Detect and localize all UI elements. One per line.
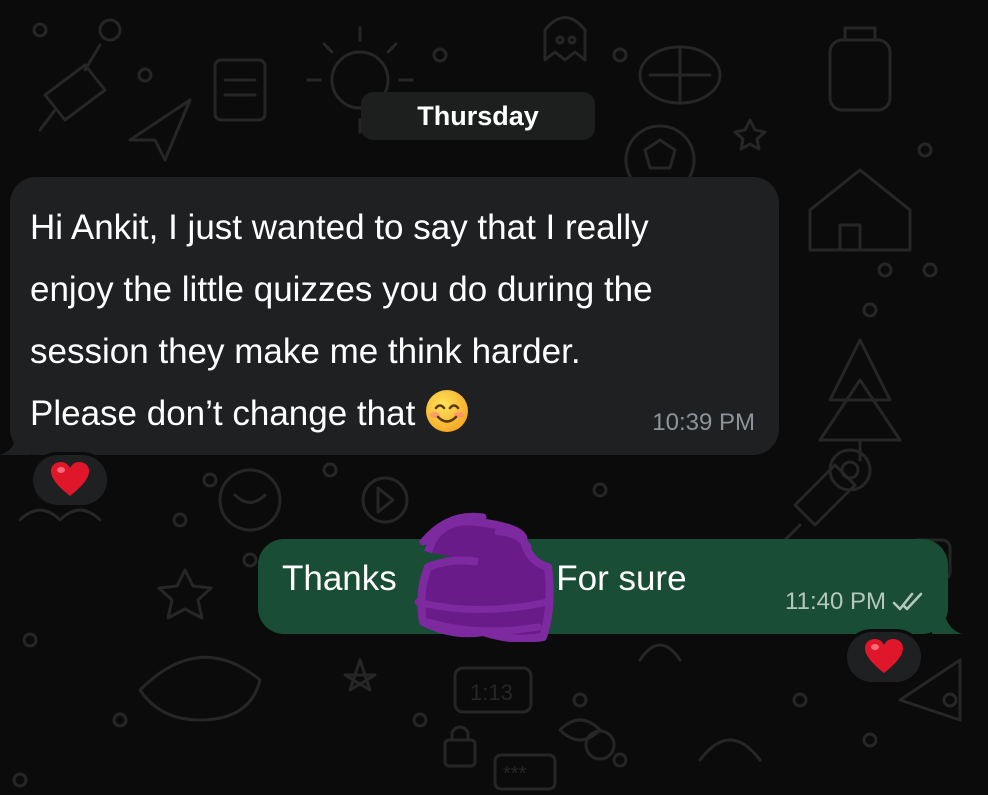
- message-text-end: ! For sure: [536, 559, 687, 598]
- outgoing-message-meta: 11:40 PM: [785, 588, 926, 616]
- outgoing-message-time: 11:40 PM: [785, 588, 886, 615]
- message-line-last: Please don’t change that: [30, 383, 653, 445]
- bubble-tail: [932, 612, 962, 634]
- heart-icon: [865, 639, 903, 673]
- redaction-scribble: [414, 512, 554, 642]
- message-line: Hi Ankit, I just wanted to say that I re…: [30, 208, 649, 247]
- svg-text:***: ***: [503, 763, 527, 785]
- incoming-reaction[interactable]: [30, 452, 110, 508]
- smiling-face-icon: [426, 390, 469, 432]
- heart-icon: [51, 462, 89, 496]
- double-check-read-icon: [892, 592, 923, 611]
- date-divider-label: Thursday: [417, 100, 539, 131]
- message-line: enjoy the little quizzes you do during t…: [30, 270, 653, 309]
- message-text-start: Thanks: [282, 559, 397, 598]
- incoming-message-text: Hi Ankit, I just wanted to say that I re…: [30, 197, 653, 445]
- message-line: session they make me think harder.: [30, 332, 581, 371]
- incoming-message-time: 10:39 PM: [652, 409, 755, 436]
- bubble-tail: [0, 433, 30, 455]
- outgoing-reaction[interactable]: [844, 629, 924, 685]
- message-line: Please don’t change that: [30, 394, 416, 433]
- outgoing-message-bubble[interactable]: Thanks ! For sure 11:40 PM: [258, 539, 962, 634]
- date-divider: Thursday: [361, 92, 595, 140]
- incoming-message-bubble[interactable]: Hi Ankit, I just wanted to say that I re…: [0, 177, 779, 455]
- svg-text:1:13: 1:13: [470, 680, 513, 705]
